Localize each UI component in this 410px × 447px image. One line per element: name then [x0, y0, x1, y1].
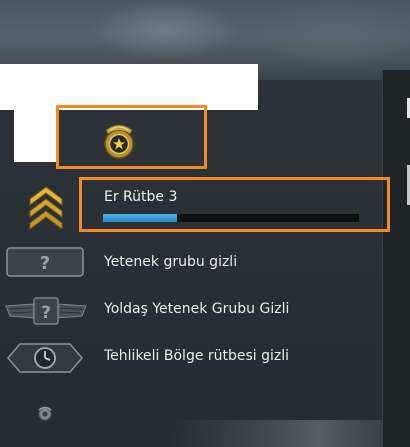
gold-chevrons-icon — [29, 186, 63, 229]
svg-text:?: ? — [41, 303, 51, 323]
svg-text:?: ? — [40, 253, 50, 274]
winged-question-icon: ? — [5, 297, 87, 325]
rank-highlight-box — [79, 177, 390, 232]
wingman-skill-group-label: Yoldaş Yetenek Grubu Gizli — [104, 301, 290, 317]
skill-group-label: Yetenek grubu gizli — [104, 254, 238, 270]
danger-zone-rank-label: Tehlikeli Bölge rütbesi gizli — [104, 348, 290, 364]
small-emblem-icon[interactable] — [36, 404, 54, 422]
danger-zone-clock-icon — [7, 343, 83, 373]
question-box-icon: ? — [6, 247, 84, 277]
redacted-avatar — [14, 110, 56, 162]
background-scene-bottom — [170, 420, 382, 447]
side-panel-edge — [382, 70, 410, 447]
redacted-player-name — [0, 64, 258, 110]
medal-highlight-box — [56, 105, 207, 169]
